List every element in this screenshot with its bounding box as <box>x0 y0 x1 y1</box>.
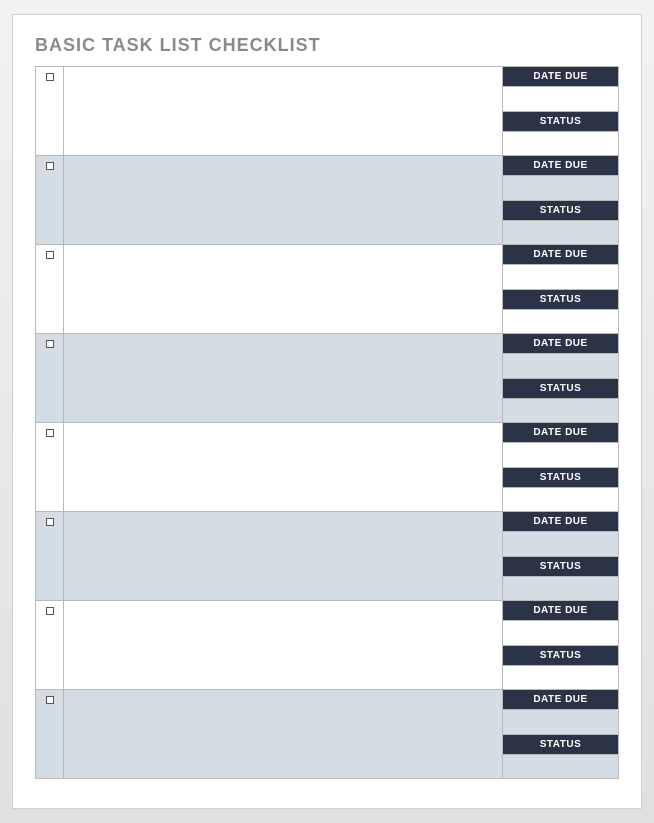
status-value[interactable] <box>503 577 618 601</box>
task-cell[interactable] <box>64 334 502 422</box>
checkbox-cell <box>36 156 64 244</box>
date-due-header: DATE DUE <box>503 156 618 176</box>
checkbox-icon[interactable] <box>46 518 54 526</box>
status-header: STATUS <box>503 557 618 577</box>
side-column: DATE DUE STATUS <box>502 334 618 422</box>
date-due-header: DATE DUE <box>503 423 618 443</box>
date-due-value[interactable] <box>503 532 618 557</box>
status-header: STATUS <box>503 735 618 755</box>
checkbox-cell <box>36 423 64 511</box>
page-title: BASIC TASK LIST CHECKLIST <box>35 35 619 56</box>
checkbox-cell <box>36 67 64 155</box>
checkbox-cell <box>36 601 64 689</box>
checkbox-cell <box>36 690 64 778</box>
checkbox-icon[interactable] <box>46 162 54 170</box>
date-due-header: DATE DUE <box>503 512 618 532</box>
checkbox-icon[interactable] <box>46 340 54 348</box>
side-column: DATE DUE STATUS <box>502 245 618 333</box>
task-row: DATE DUE STATUS <box>36 512 618 601</box>
date-due-value[interactable] <box>503 710 618 735</box>
date-due-value[interactable] <box>503 621 618 646</box>
checkbox-cell <box>36 512 64 600</box>
task-cell[interactable] <box>64 601 502 689</box>
task-row: DATE DUE STATUS <box>36 690 618 779</box>
task-cell[interactable] <box>64 245 502 333</box>
task-row: DATE DUE STATUS <box>36 334 618 423</box>
status-header: STATUS <box>503 646 618 666</box>
date-due-header: DATE DUE <box>503 245 618 265</box>
task-row: DATE DUE STATUS <box>36 156 618 245</box>
checkbox-icon[interactable] <box>46 607 54 615</box>
status-value[interactable] <box>503 666 618 690</box>
checkbox-icon[interactable] <box>46 73 54 81</box>
side-column: DATE DUE STATUS <box>502 67 618 155</box>
status-value[interactable] <box>503 399 618 423</box>
status-value[interactable] <box>503 132 618 156</box>
side-column: DATE DUE STATUS <box>502 423 618 511</box>
date-due-header: DATE DUE <box>503 67 618 87</box>
status-header: STATUS <box>503 201 618 221</box>
side-column: DATE DUE STATUS <box>502 601 618 689</box>
task-row: DATE DUE STATUS <box>36 67 618 156</box>
task-table: DATE DUE STATUS DATE DUE STATUS DATE DUE STAT… <box>35 66 619 779</box>
side-column: DATE DUE STATUS <box>502 690 618 778</box>
checkbox-icon[interactable] <box>46 429 54 437</box>
date-due-value[interactable] <box>503 265 618 290</box>
status-value[interactable] <box>503 310 618 334</box>
date-due-header: DATE DUE <box>503 334 618 354</box>
status-header: STATUS <box>503 468 618 488</box>
checkbox-cell <box>36 245 64 333</box>
date-due-value[interactable] <box>503 87 618 112</box>
status-value[interactable] <box>503 221 618 245</box>
side-column: DATE DUE STATUS <box>502 512 618 600</box>
task-row: DATE DUE STATUS <box>36 245 618 334</box>
status-header: STATUS <box>503 112 618 132</box>
checkbox-icon[interactable] <box>46 251 54 259</box>
task-cell[interactable] <box>64 512 502 600</box>
task-cell[interactable] <box>64 67 502 155</box>
checkbox-icon[interactable] <box>46 696 54 704</box>
status-header: STATUS <box>503 290 618 310</box>
task-row: DATE DUE STATUS <box>36 601 618 690</box>
checkbox-cell <box>36 334 64 422</box>
document-page: BASIC TASK LIST CHECKLIST DATE DUE STATUS… <box>12 14 642 809</box>
task-cell[interactable] <box>64 423 502 511</box>
date-due-header: DATE DUE <box>503 601 618 621</box>
status-value[interactable] <box>503 488 618 512</box>
date-due-value[interactable] <box>503 443 618 468</box>
task-cell[interactable] <box>64 690 502 778</box>
status-header: STATUS <box>503 379 618 399</box>
status-value[interactable] <box>503 755 618 779</box>
date-due-value[interactable] <box>503 176 618 201</box>
side-column: DATE DUE STATUS <box>502 156 618 244</box>
date-due-header: DATE DUE <box>503 690 618 710</box>
task-cell[interactable] <box>64 156 502 244</box>
date-due-value[interactable] <box>503 354 618 379</box>
task-row: DATE DUE STATUS <box>36 423 618 512</box>
